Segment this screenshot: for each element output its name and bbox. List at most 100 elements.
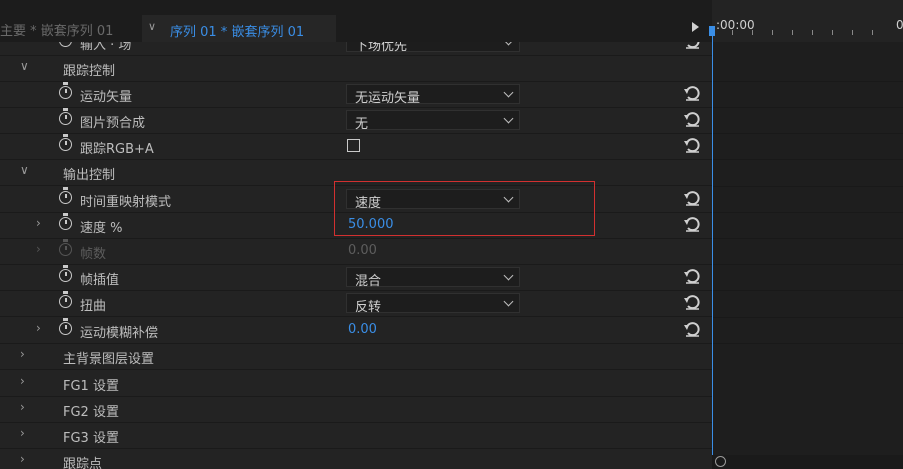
group-fg2-settings[interactable]: › FG2 设置 xyxy=(0,396,712,423)
group-fg1-settings[interactable]: › FG1 设置 xyxy=(0,370,712,397)
scroll-handle-icon[interactable] xyxy=(715,456,726,467)
frame-interpolation-dropdown[interactable]: 混合 xyxy=(346,267,520,289)
stopwatch-icon[interactable] xyxy=(59,42,72,47)
reset-icon[interactable] xyxy=(683,111,701,127)
tab-bar: 主要 * 嵌套序列 01 ∨ 序列 01 * 嵌套序列 01 xyxy=(0,0,712,42)
property-label: 速度 % xyxy=(80,221,123,236)
reset-icon[interactable] xyxy=(683,42,701,49)
reset-icon[interactable] xyxy=(683,190,701,206)
ruler-tick xyxy=(812,30,813,35)
effect-controls-panel: 输入 · 场 下场优先 ∨ 跟踪控制 运动矢量 无运动矢量 图片预合成 无 跟踪… xyxy=(0,42,712,469)
reset-icon[interactable] xyxy=(683,321,701,337)
speed-percent-value[interactable]: 50.000 xyxy=(348,217,394,232)
warp-dropdown[interactable]: 反转 xyxy=(346,293,520,315)
property-label: 扭曲 xyxy=(80,299,107,314)
dropdown-value: 无运动矢量 xyxy=(355,91,421,106)
dropdown-value: 混合 xyxy=(355,274,382,289)
group-output-controls[interactable]: ∨ 输出控制 xyxy=(0,159,712,186)
group-label: 跟踪点 xyxy=(63,457,103,469)
property-label: 跟踪RGB+A xyxy=(80,142,154,157)
row-frame-count: › 帧数 0.00 xyxy=(0,238,712,265)
tab-sequence-nested-label: 序列 01 * 嵌套序列 01 xyxy=(170,25,305,40)
group-label: 输出控制 xyxy=(63,168,116,183)
chevron-down-icon xyxy=(503,270,514,281)
stopwatch-icon[interactable] xyxy=(59,291,72,308)
chevron-right-icon[interactable]: › xyxy=(20,427,30,439)
group-label: 跟踪控制 xyxy=(63,64,116,79)
row-track-rgba: 跟踪RGB+A xyxy=(0,133,712,160)
chevron-right-icon: › xyxy=(36,242,41,256)
track-rgba-checkbox[interactable] xyxy=(347,139,360,152)
property-label: 帧数 xyxy=(80,247,107,262)
chevron-right-icon[interactable]: › xyxy=(20,375,30,387)
time-ruler[interactable]: :00:00 0 xyxy=(712,0,903,42)
reset-icon[interactable] xyxy=(683,85,701,101)
input-field-dropdown[interactable]: 下场优先 xyxy=(346,42,520,54)
reset-icon[interactable] xyxy=(683,137,701,153)
row-motion-vectors: 运动矢量 无运动矢量 xyxy=(0,81,712,108)
chevron-right-icon[interactable]: › xyxy=(20,401,30,413)
chevron-down-icon xyxy=(503,42,514,46)
motion-vectors-dropdown[interactable]: 无运动矢量 xyxy=(346,84,520,106)
stopwatch-icon[interactable] xyxy=(59,318,72,335)
row-motion-blur-compensation: › 运动模糊补偿 0.00 xyxy=(0,317,712,344)
reset-icon[interactable] xyxy=(683,216,701,232)
group-label: FG2 设置 xyxy=(63,405,119,420)
ruler-tick xyxy=(792,30,793,35)
chevron-down-icon[interactable]: ∨ xyxy=(20,164,30,176)
chevron-down-icon[interactable]: ∨ xyxy=(148,20,156,33)
frame-count-value: 0.00 xyxy=(348,243,377,258)
image-precompose-dropdown[interactable]: 无 xyxy=(346,110,520,132)
group-tracking-points[interactable]: › 跟踪点 xyxy=(0,448,712,469)
chevron-right-icon[interactable]: › xyxy=(36,217,46,229)
property-label: 输入 · 场 xyxy=(80,42,132,53)
chevron-right-icon[interactable]: › xyxy=(20,348,30,360)
row-frame-interpolation: 帧插值 混合 xyxy=(0,264,712,291)
tab-main-nested[interactable]: 主要 * 嵌套序列 01 xyxy=(0,20,113,39)
time-remap-mode-dropdown[interactable]: 速度 xyxy=(346,189,520,211)
reset-icon[interactable] xyxy=(683,294,701,310)
stopwatch-icon[interactable] xyxy=(59,134,72,151)
ruler-tick xyxy=(852,30,853,35)
dropdown-value: 下场优先 xyxy=(355,42,408,54)
stopwatch-icon[interactable] xyxy=(59,187,72,204)
chevron-down-icon xyxy=(503,113,514,124)
ruler-tick xyxy=(732,30,733,35)
row-image-precompose: 图片预合成 无 xyxy=(0,107,712,134)
ruler-tick xyxy=(772,30,773,35)
stopwatch-icon[interactable] xyxy=(59,108,72,125)
group-tracking-controls[interactable]: ∨ 跟踪控制 xyxy=(0,55,712,82)
chevron-down-icon xyxy=(503,296,514,307)
chevron-right-icon[interactable]: › xyxy=(20,453,30,465)
row-speed-percent: › 速度 % 50.000 xyxy=(0,212,712,239)
chevron-right-icon[interactable]: › xyxy=(36,322,46,334)
stopwatch-icon[interactable] xyxy=(59,82,72,99)
dropdown-value: 无 xyxy=(355,117,369,132)
group-label: 主背景图层设置 xyxy=(63,352,155,367)
timeline-zoom-scrollbar[interactable] xyxy=(712,455,903,469)
tab-sequence-nested[interactable]: ∨ 序列 01 * 嵌套序列 01 xyxy=(142,15,336,42)
reset-icon[interactable] xyxy=(683,268,701,284)
stopwatch-icon[interactable] xyxy=(59,213,72,230)
ruler-tick xyxy=(752,30,753,35)
row-input-field: 输入 · 场 下场优先 xyxy=(0,42,712,56)
timeline-panel: :00:00 0 xyxy=(709,0,903,469)
chevron-down-icon xyxy=(503,192,514,203)
timecode-end: 0 xyxy=(896,18,903,32)
group-fg3-settings[interactable]: › FG3 设置 xyxy=(0,422,712,449)
motion-blur-compensation-value[interactable]: 0.00 xyxy=(348,322,377,337)
property-label: 图片预合成 xyxy=(80,116,146,131)
playhead-handle[interactable] xyxy=(709,26,715,36)
chevron-down-icon xyxy=(503,87,514,98)
property-label: 运动模糊补偿 xyxy=(80,326,159,341)
stopwatch-icon[interactable] xyxy=(59,265,72,282)
stopwatch-icon xyxy=(59,239,72,256)
playhead-line[interactable] xyxy=(712,28,713,455)
play-icon[interactable] xyxy=(692,22,699,32)
dropdown-value: 速度 xyxy=(355,196,382,211)
group-main-background-layer-settings[interactable]: › 主背景图层设置 xyxy=(0,343,712,370)
chevron-down-icon[interactable]: ∨ xyxy=(20,60,30,72)
ruler-tick xyxy=(872,30,873,35)
property-label: 帧插值 xyxy=(80,273,120,288)
property-label: 运动矢量 xyxy=(80,90,133,105)
